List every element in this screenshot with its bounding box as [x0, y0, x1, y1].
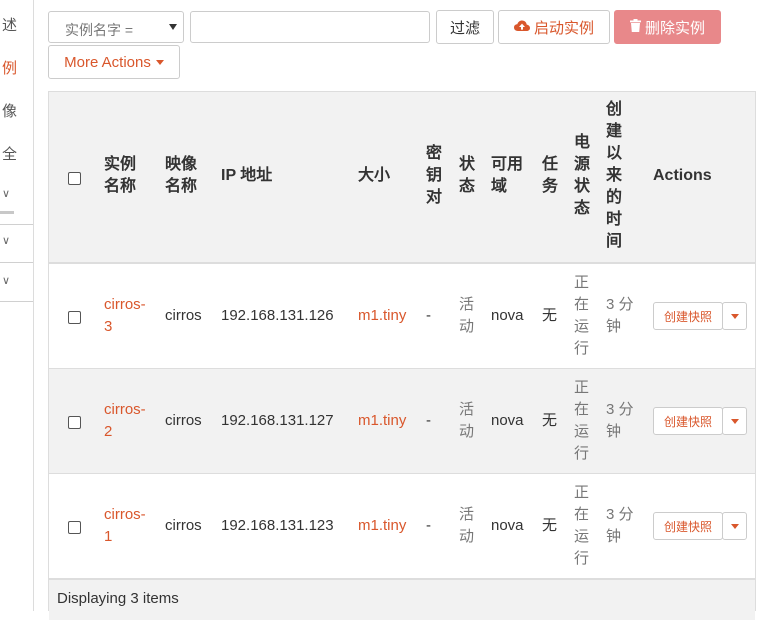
sidebar-item-label: 述	[2, 17, 18, 34]
cell-power: 正在运行	[574, 379, 590, 462]
cell-power: 正在运行	[574, 274, 590, 357]
delete-instances-button[interactable]: 删除实例	[614, 10, 721, 44]
table-header: 实例名称 映像名称 IP 地址 大小 密钥对 状态 可用域 任务 电源状态 创建…	[49, 92, 755, 264]
sidebar-divider	[0, 211, 14, 214]
cell-status: 活动	[459, 296, 475, 335]
table-footer: Displaying 3 items	[49, 579, 755, 620]
create-snapshot-label: 创建快照	[663, 309, 712, 324]
cell-task: 无	[542, 412, 558, 429]
instance-name-link[interactable]: cirros-2	[104, 399, 152, 443]
chevron-down-icon[interactable]: ∨	[2, 187, 10, 200]
cell-status: 活动	[459, 401, 475, 440]
col-header-az[interactable]: 可用域	[491, 154, 527, 198]
sidebar: 述 例 像 全 ∨ ∨ ∨	[0, 0, 34, 611]
table-row: cirros-3 cirros 192.168.131.126 m1.tiny …	[49, 264, 755, 369]
select-caret-icon	[169, 24, 177, 30]
cell-image: cirros	[165, 517, 202, 534]
filter-button-label: 过滤	[449, 19, 480, 37]
caret-down-icon	[731, 419, 739, 424]
filter-field-value: 实例名字 =	[65, 22, 134, 38]
cell-keypair: -	[426, 307, 431, 324]
row-actions: 创建快照	[653, 407, 749, 435]
instance-name-link[interactable]: cirros-3	[104, 294, 152, 338]
sidebar-divider	[0, 224, 33, 225]
cell-age: 3 分钟	[606, 296, 634, 335]
row-actions-dropdown-toggle[interactable]	[722, 407, 747, 435]
cell-status: 活动	[459, 506, 475, 545]
col-header-power[interactable]: 电源状态	[574, 132, 592, 220]
flavor-link[interactable]: m1.tiny	[358, 305, 406, 327]
create-snapshot-button[interactable]: 创建快照	[653, 407, 723, 435]
select-all-checkbox[interactable]	[68, 172, 81, 185]
trash-icon	[629, 18, 641, 36]
cell-az: nova	[491, 307, 524, 324]
cell-age: 3 分钟	[606, 401, 634, 440]
table-row: cirros-2 cirros 192.168.131.127 m1.tiny …	[49, 369, 755, 474]
filter-field-select[interactable]: 实例名字 =	[48, 11, 184, 43]
cloud-upload-icon	[513, 19, 530, 36]
instance-name-link[interactable]: cirros-1	[104, 504, 152, 548]
col-header-actions: Actions	[653, 167, 712, 184]
cell-image: cirros	[165, 307, 202, 324]
create-snapshot-label: 创建快照	[663, 519, 712, 534]
row-actions-dropdown-toggle[interactable]	[722, 512, 747, 540]
row-checkbox[interactable]	[68, 521, 81, 534]
cell-ip: 192.168.131.127	[221, 412, 334, 429]
filter-button[interactable]: 过滤	[436, 10, 494, 44]
caret-down-icon	[731, 314, 739, 319]
sidebar-item-label: 像	[2, 103, 18, 120]
chevron-down-icon[interactable]: ∨	[2, 274, 10, 287]
cell-keypair: -	[426, 517, 431, 534]
row-actions-dropdown-toggle[interactable]	[722, 302, 747, 330]
col-header-image[interactable]: 映像名称	[165, 154, 205, 198]
col-header-keypair[interactable]: 密钥对	[426, 143, 444, 209]
create-snapshot-button[interactable]: 创建快照	[653, 512, 723, 540]
create-snapshot-button[interactable]: 创建快照	[653, 302, 723, 330]
item-count-text: Displaying 3 items	[57, 590, 179, 607]
cell-keypair: -	[426, 412, 431, 429]
cell-az: nova	[491, 517, 524, 534]
chevron-down-icon[interactable]: ∨	[2, 234, 10, 247]
create-snapshot-label: 创建快照	[663, 414, 712, 429]
launch-instance-label: 启动实例	[533, 19, 594, 37]
table-row: cirros-1 cirros 192.168.131.123 m1.tiny …	[49, 474, 755, 579]
flavor-link[interactable]: m1.tiny	[358, 515, 406, 537]
cell-age: 3 分钟	[606, 506, 634, 545]
col-header-size[interactable]: 大小	[358, 165, 390, 187]
row-checkbox[interactable]	[68, 416, 81, 429]
cell-power: 正在运行	[574, 484, 590, 567]
cell-ip: 192.168.131.123	[221, 517, 334, 534]
instances-table: 实例名称 映像名称 IP 地址 大小 密钥对 状态 可用域 任务 电源状态 创建…	[48, 91, 756, 620]
cell-image: cirros	[165, 412, 202, 429]
sidebar-item-label: 例	[2, 60, 18, 77]
col-header-age[interactable]: 创建以来的时间	[606, 99, 624, 253]
caret-down-icon	[731, 524, 739, 529]
delete-instances-label: 删除实例	[644, 19, 705, 37]
more-actions-label: More Actions	[64, 53, 151, 71]
caret-down-icon	[155, 59, 164, 65]
sidebar-item-label: 全	[2, 146, 18, 163]
row-checkbox[interactable]	[68, 311, 81, 324]
flavor-link[interactable]: m1.tiny	[358, 410, 406, 432]
col-header-name[interactable]: 实例名称	[104, 154, 144, 198]
col-header-task[interactable]: 任务	[542, 154, 562, 198]
row-actions: 创建快照	[653, 512, 749, 540]
filter-input[interactable]	[190, 11, 430, 43]
cell-ip: 192.168.131.126	[221, 307, 334, 324]
sidebar-divider	[0, 301, 33, 302]
cell-task: 无	[542, 517, 558, 534]
col-header-ip[interactable]: IP 地址	[221, 165, 272, 187]
col-header-status[interactable]: 状态	[459, 154, 479, 198]
cell-az: nova	[491, 412, 524, 429]
cell-task: 无	[542, 307, 558, 324]
row-actions: 创建快照	[653, 302, 749, 330]
launch-instance-button[interactable]: 启动实例	[498, 10, 610, 44]
sidebar-divider	[0, 262, 33, 263]
more-actions-button[interactable]: More Actions	[48, 45, 180, 79]
